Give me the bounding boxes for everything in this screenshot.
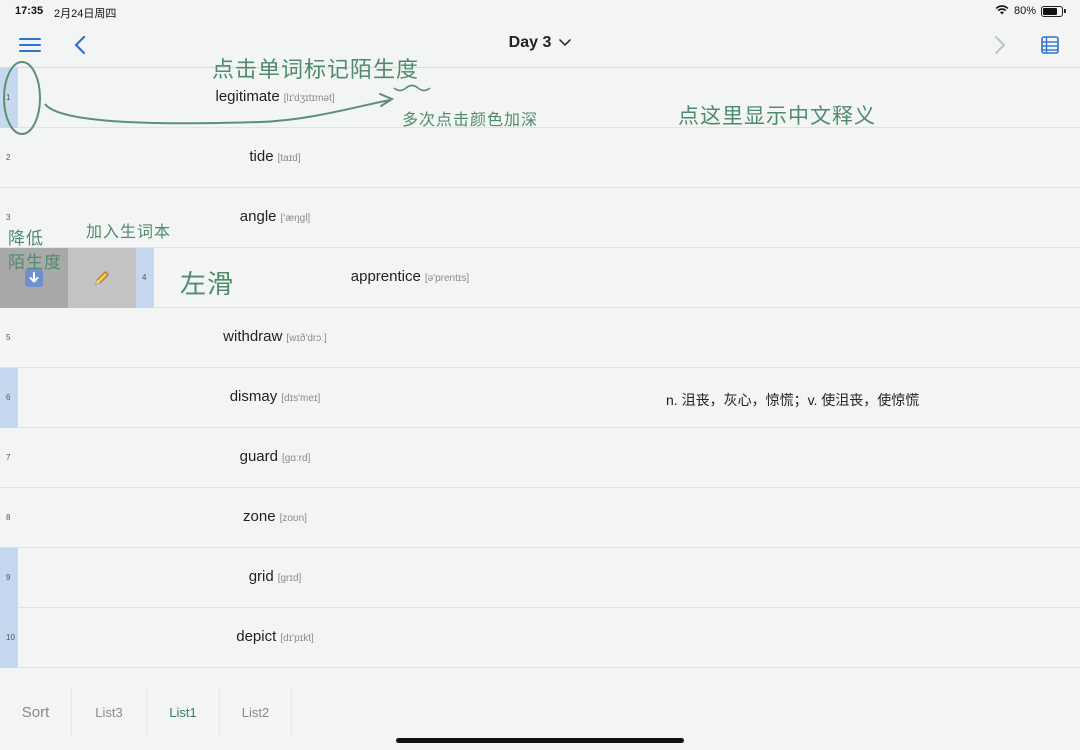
sort-button[interactable]: Sort xyxy=(0,688,72,736)
phonetic-text: [dɪ'pɪkt] xyxy=(280,633,314,644)
word-text: tide xyxy=(249,148,274,165)
nav-title-area: Day 3 xyxy=(0,34,1080,52)
word-text: guard xyxy=(239,448,278,465)
list-item[interactable]: 9 grid [grɪd] xyxy=(0,548,1080,608)
status-indicators: 80% xyxy=(995,4,1066,18)
word-text: withdraw xyxy=(223,328,283,345)
list-item-swiped[interactable]: 4 apprentice [ə'prentɪs] xyxy=(0,248,1080,308)
battery-percent: 80% xyxy=(1013,5,1036,17)
list-view-button[interactable] xyxy=(1038,33,1062,57)
list-view-icon xyxy=(1041,36,1059,54)
home-indicator xyxy=(396,738,684,743)
word-text: dismay xyxy=(229,388,278,405)
forward-button[interactable] xyxy=(990,33,1010,57)
word-text: apprentice xyxy=(350,268,421,285)
list-item[interactable]: 1 legitimate [lɪ'dʒɪtɪmət] xyxy=(0,68,1080,128)
chevron-down-icon xyxy=(559,39,572,47)
pencil-icon xyxy=(95,271,109,285)
battery-fill xyxy=(1043,7,1057,15)
list-item[interactable]: 7 guard [gɑːrd] xyxy=(0,428,1080,488)
row-number: 4 xyxy=(142,273,147,282)
chevron-right-icon xyxy=(995,36,1005,54)
phonetic-text: [zoʊn] xyxy=(279,513,307,524)
row-number: 3 xyxy=(6,213,11,222)
word-text: depict xyxy=(236,628,277,645)
list-item[interactable]: 5 withdraw [wɪð'drɔː] xyxy=(0,308,1080,368)
tab-list2[interactable]: List2 xyxy=(220,688,292,736)
word-text: zone xyxy=(243,508,276,525)
page-title: Day 3 xyxy=(508,34,552,51)
list-item[interactable]: 8 zone [zoʊn] xyxy=(0,488,1080,548)
lower-familiarity-button[interactable] xyxy=(0,248,68,308)
status-bar: 17:35 2月24日周四 80% xyxy=(0,0,1080,22)
add-to-vocab-button[interactable] xyxy=(68,248,136,308)
row-number: 2 xyxy=(6,153,11,162)
row-number: 10 xyxy=(6,633,15,642)
phonetic-text: [gɑːrd] xyxy=(282,453,311,464)
row-number: 6 xyxy=(6,393,11,402)
meaning-text[interactable]: n. 沮丧，灰心，惊慌；v. 使沮丧，使惊慌 xyxy=(666,390,919,410)
word-text: legitimate xyxy=(215,88,280,105)
row-number: 5 xyxy=(6,333,11,342)
word-cell[interactable]: dismay [dɪs'meɪ] xyxy=(125,388,425,406)
status-time: 17:35 xyxy=(15,5,44,17)
word-cell[interactable]: tide [taɪd] xyxy=(125,148,425,166)
row-number: 8 xyxy=(6,513,11,522)
wifi-icon xyxy=(995,4,1009,18)
word-cell[interactable]: guard [gɑːrd] xyxy=(125,448,425,466)
word-cell[interactable]: zone [zoʊn] xyxy=(125,508,425,526)
row-number: 1 xyxy=(6,93,11,102)
tab-list1[interactable]: List1 xyxy=(147,688,220,736)
word-cell[interactable]: angle ['æŋgl] xyxy=(125,208,425,226)
word-cell[interactable]: legitimate [lɪ'dʒɪtɪmət] xyxy=(125,88,425,106)
navigation-bar: Day 3 xyxy=(0,22,1080,68)
phonetic-text: [lɪ'dʒɪtɪmət] xyxy=(283,93,335,104)
phonetic-text: [wɪð'drɔː] xyxy=(286,333,327,344)
tab-list3[interactable]: List3 xyxy=(72,688,147,736)
battery-tip xyxy=(1064,9,1066,13)
status-date: 2月24日周四 xyxy=(54,8,117,20)
word-cell[interactable]: depict [dɪ'pɪkt] xyxy=(125,628,425,646)
word-text: angle xyxy=(239,208,277,225)
list-item[interactable]: 10 depict [dɪ'pɪkt] xyxy=(0,608,1080,668)
phonetic-text: ['æŋgl] xyxy=(280,213,311,224)
bottom-tab-bar: Sort List3 List1 List2 xyxy=(0,688,1080,736)
list-item[interactable]: 2 tide [taɪd] xyxy=(0,128,1080,188)
arrow-down-icon xyxy=(25,269,43,287)
phonetic-text: [ə'prentɪs] xyxy=(424,273,470,284)
phonetic-text: [dɪs'meɪ] xyxy=(281,393,321,404)
battery-icon xyxy=(1041,5,1063,17)
word-cell[interactable]: apprentice [ə'prentɪs] xyxy=(260,268,560,286)
phonetic-text: [grɪd] xyxy=(277,573,302,584)
word-text: grid xyxy=(248,568,274,585)
day-selector[interactable]: Day 3 xyxy=(509,34,572,52)
list-item[interactable]: 3 angle ['æŋgl] xyxy=(0,188,1080,248)
word-cell[interactable]: grid [grɪd] xyxy=(125,568,425,586)
row-number: 9 xyxy=(6,573,11,582)
list-item[interactable]: 6 dismay [dɪs'meɪ] n. 沮丧，灰心，惊慌；v. 使沮丧，使惊慌 xyxy=(0,368,1080,428)
word-cell[interactable]: withdraw [wɪð'drɔː] xyxy=(125,328,425,346)
row-number: 7 xyxy=(6,453,11,462)
phonetic-text: [taɪd] xyxy=(277,153,301,164)
